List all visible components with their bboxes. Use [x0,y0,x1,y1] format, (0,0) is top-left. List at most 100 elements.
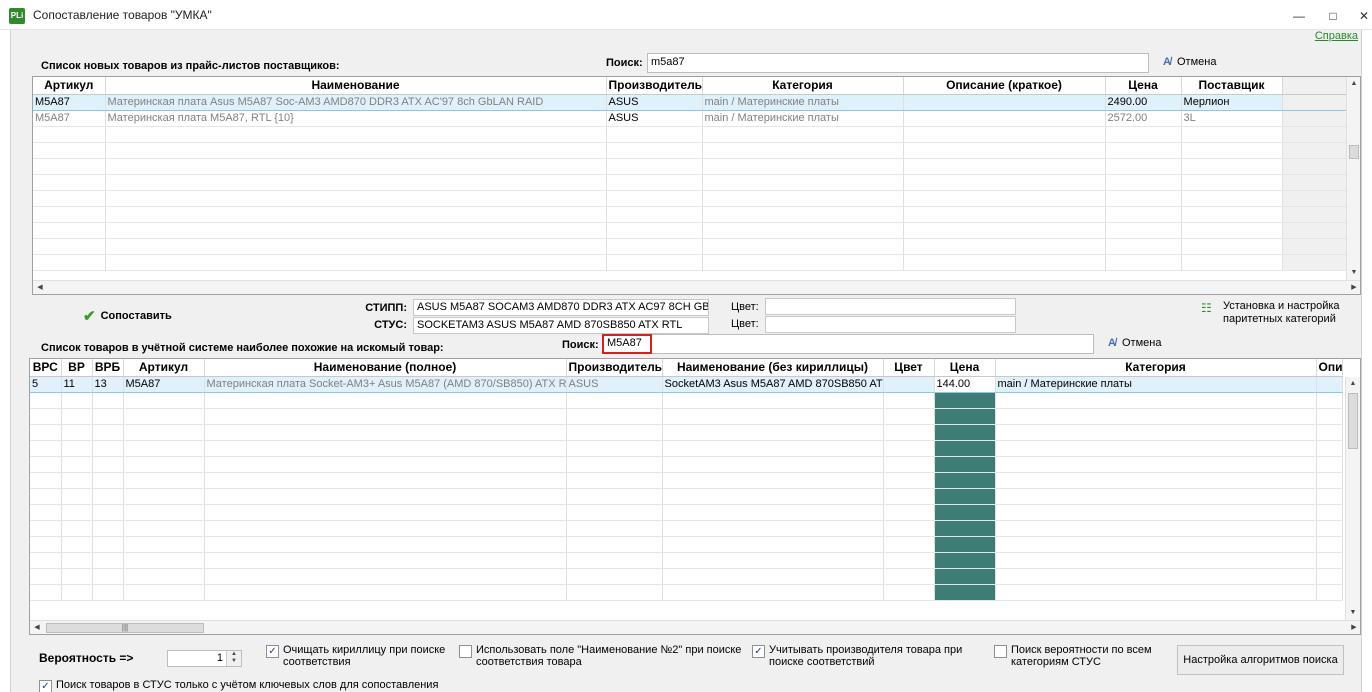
all-categories-checkbox[interactable]: Поиск вероятности по всем категориям СТУ… [994,644,1154,668]
account-cell-full_name[interactable] [204,584,567,601]
account-cell-full_name[interactable] [204,440,567,457]
account-cell-price[interactable] [934,392,996,409]
account-row[interactable] [30,472,1343,489]
supplier-row[interactable]: M5A87 Материнская плата M5A87, RTL {10} AS… [33,110,1348,127]
supplier-cell-price[interactable] [1105,238,1182,255]
supplier-cell-desc[interactable] [903,174,1106,191]
col-article[interactable]: Артикул [123,359,205,377]
scroll-left-icon[interactable]: ◀ [33,281,47,294]
supplier-row[interactable] [33,206,1348,223]
supplier-cell-name[interactable] [105,126,607,143]
account-row[interactable] [30,488,1343,505]
account-cell-latin_name[interactable] [662,408,884,425]
col-price[interactable]: Цена [1105,77,1182,95]
supplier-search-input[interactable]: m5a87 [647,53,1149,73]
maximize-icon[interactable]: □ [1318,6,1348,26]
col-vrs[interactable]: ВРС [30,359,62,377]
account-cell-maker[interactable]: ASUS [566,375,663,393]
account-cell-full_name[interactable] [204,408,567,425]
col-category[interactable]: Категория [702,77,904,95]
account-cell-price[interactable] [934,552,996,569]
account-cell-price[interactable] [934,568,996,585]
account-cell-desc[interactable] [1316,440,1343,457]
supplier-cell-desc[interactable] [903,190,1106,207]
keywords-only-checkbox[interactable]: ✓ Поиск товаров в СТУС только с учётом к… [39,679,539,692]
account-cell-color[interactable] [883,392,935,409]
account-cell-maker[interactable] [566,504,663,521]
supplier-row[interactable] [33,254,1348,271]
supplier-cell-maker[interactable] [606,142,703,159]
account-cell-category[interactable] [995,520,1317,537]
supplier-cell-category[interactable] [702,206,904,223]
account-cell-full_name[interactable] [204,552,567,569]
account-cell-desc[interactable] [1316,552,1343,569]
account-cell-article[interactable] [123,504,205,521]
account-cell-maker[interactable] [566,552,663,569]
account-cell-desc[interactable] [1316,456,1343,473]
scroll-up-icon[interactable]: ▲ [1347,77,1360,91]
supplier-cell-supplier[interactable] [1181,158,1283,175]
supplier-cell-category[interactable] [702,254,904,271]
account-row[interactable] [30,504,1343,521]
scroll-thumb[interactable] [1348,393,1358,449]
scroll-up-icon[interactable]: ▲ [1346,377,1360,391]
account-cell-article[interactable] [123,424,205,441]
supplier-row[interactable] [33,158,1348,175]
account-cell-full_name[interactable] [204,424,567,441]
checkbox-icon[interactable]: ✓ [39,680,52,692]
supplier-cell-name[interactable] [105,206,607,223]
account-cell-vr[interactable] [61,568,93,585]
supplier-cell-price[interactable] [1105,222,1182,239]
supplier-row[interactable] [33,174,1348,191]
col-price[interactable]: Цена [934,359,996,377]
minimize-icon[interactable]: — [1284,6,1314,26]
account-row[interactable] [30,408,1343,425]
account-cell-category[interactable] [995,472,1317,489]
supplier-cell-article[interactable] [33,142,106,159]
account-cell-category[interactable] [995,504,1317,521]
account-cell-vrs[interactable] [30,440,62,457]
account-cell-vr[interactable] [61,520,93,537]
supplier-cell-category[interactable]: main / Материнские платы [702,93,904,111]
account-cell-color[interactable] [883,408,935,425]
account-row[interactable] [30,440,1343,457]
account-cell-color[interactable] [883,568,935,585]
supplier-cell-name[interactable] [105,142,607,159]
account-cell-latin_name[interactable] [662,520,884,537]
account-cell-color[interactable] [883,488,935,505]
supplier-row[interactable] [33,222,1348,239]
account-cell-maker[interactable] [566,520,663,537]
account-cell-maker[interactable] [566,472,663,489]
account-cell-color[interactable] [883,584,935,601]
account-cell-latin_name[interactable] [662,536,884,553]
supplier-cell-article[interactable] [33,174,106,191]
account-row[interactable] [30,568,1343,585]
account-cell-latin_name[interactable] [662,424,884,441]
account-cell-color[interactable] [883,472,935,489]
supplier-cell-maker[interactable]: ASUS [606,110,703,127]
account-cell-price[interactable] [934,584,996,601]
account-cell-full_name[interactable] [204,456,567,473]
account-cell-full_name[interactable] [204,504,567,521]
scroll-right-icon[interactable]: ▶ [1347,621,1360,634]
account-cell-maker[interactable] [566,424,663,441]
hscroll-thumb[interactable]: ||| [46,623,204,633]
account-cell-article[interactable] [123,520,205,537]
account-cell-maker[interactable] [566,536,663,553]
account-cell-maker[interactable] [566,440,663,457]
col-maker[interactable]: Производитель [566,359,663,377]
supplier-cell-desc[interactable] [903,142,1106,159]
supplier-cell-desc[interactable] [903,222,1106,239]
account-cell-vr[interactable] [61,440,93,457]
account-cell-vr[interactable] [61,472,93,489]
supplier-cell-category[interactable] [702,142,904,159]
account-cell-desc[interactable] [1316,568,1343,585]
account-cell-latin_name[interactable] [662,568,884,585]
supplier-cell-price[interactable] [1105,206,1182,223]
supplier-cell-maker[interactable] [606,254,703,271]
col-supplier[interactable]: Поставщик [1181,77,1283,95]
account-row[interactable] [30,536,1343,553]
supplier-cell-price[interactable] [1105,174,1182,191]
account-cell-desc[interactable] [1316,520,1343,537]
supplier-cell-article[interactable]: M5A87 [33,93,106,111]
